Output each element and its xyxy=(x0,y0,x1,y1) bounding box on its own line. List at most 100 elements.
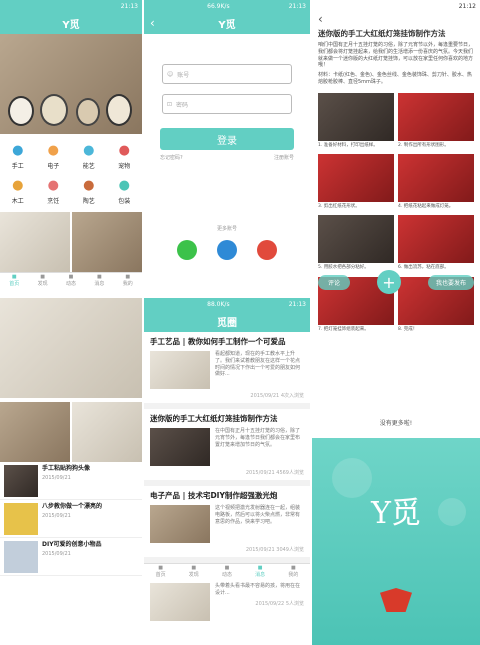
step-image xyxy=(318,92,394,141)
bulb-icon: ● xyxy=(47,142,59,158)
article-summary: 看起都知道，现在的手工教水平上升了。我们来试着教朋友在这样一个花点时间的情况下作… xyxy=(215,351,301,378)
step-text: 2. 制作出所有形状图形。 xyxy=(398,142,449,148)
home-list: 手工粘贴狗狗头像 2015/09/21 八步教你做一个漂亮的 2015/09/21 … xyxy=(0,462,142,576)
splash-screen: Y觅 xyxy=(312,438,480,645)
article-card[interactable]: 迷你版的手工大红纸灯笼挂饰制作方法 在中国有正月十五挂灯笼的习俗，除了元宵节外，每… xyxy=(144,409,310,486)
step-text: 1. 准备好材料，打印出纸样。 xyxy=(318,142,378,148)
social-login xyxy=(144,240,310,260)
step-item: 2. 制作出所有形状图形。 xyxy=(398,92,474,148)
step-text: 8. 完成！ xyxy=(398,326,418,332)
detail-intro: 咱们中国有正月十五挂灯笼的习俗，除了元宵节以外，每逢重要节日，我们都会将灯笼挂起… xyxy=(318,42,474,69)
status-bar: 88.0K/s 21:13 xyxy=(144,298,310,310)
nav-item-4[interactable]: ■ 我的 xyxy=(123,274,133,287)
back-icon[interactable]: ‹ xyxy=(312,12,480,26)
back-icon[interactable]: ‹ xyxy=(150,16,155,30)
circle-title-bar: 觅圈 xyxy=(144,310,310,332)
status-bar: 66.9K/s 21:13 xyxy=(144,0,310,12)
step-item: 1. 准备好材料，打印出纸样。 xyxy=(318,92,394,148)
category-6[interactable]: ● 陶艺 xyxy=(71,173,107,208)
category-label: 烹饪 xyxy=(47,198,60,205)
gift-icon: ● xyxy=(118,177,130,193)
publish-button[interactable]: 我也要发布 xyxy=(427,274,474,290)
nav-item-3[interactable]: ■ 消息 xyxy=(255,565,265,578)
list-title: 手工粘贴狗狗头像 xyxy=(42,465,91,472)
step-item: 6. 做出流苏，粘在底部。 xyxy=(398,215,474,270)
list-item[interactable]: 手工粘贴狗狗头像 2015/09/21 xyxy=(0,462,142,500)
nav-item-0[interactable]: ■ 首页 xyxy=(156,565,166,578)
figures-image[interactable] xyxy=(72,402,142,462)
detail-materials: 材料：卡纸(红色、金色)、金色丝线、金色装饰珠、剪刀针、胶水、热熔胶枪胶棒、直径… xyxy=(318,72,472,85)
nav-item-3[interactable]: ■ 消息 xyxy=(94,274,104,287)
password-field[interactable]: ⊡ 密码 xyxy=(162,94,292,114)
add-button[interactable]: + xyxy=(377,270,401,294)
banner-image[interactable] xyxy=(0,34,142,134)
forgot-password-link[interactable]: 忘记密码? xyxy=(160,154,183,161)
article-meta: 2015/09/21 4次入浏览 xyxy=(250,393,304,399)
step-image xyxy=(318,215,394,264)
article-card[interactable]: 手工艺品 | 教你如何手工制作一个可爱品 看起都知道，现在的手工教水平上升了。我们… xyxy=(144,332,310,409)
register-link[interactable]: 注册账号 xyxy=(274,154,294,161)
category-label: 木工 xyxy=(11,198,24,205)
category-4[interactable]: ● 木工 xyxy=(0,173,36,208)
category-label: 电子 xyxy=(47,163,60,170)
step-item: 3. 剪出红纸花形状。 xyxy=(318,153,394,209)
nav-item-0[interactable]: ■ 首页 xyxy=(9,274,19,287)
wechat-icon[interactable] xyxy=(177,240,197,260)
nav-item-2[interactable]: ■ 动态 xyxy=(222,565,232,578)
hammer-icon: ● xyxy=(12,177,24,193)
article-meta: 2015/09/21 3049人浏览 xyxy=(245,547,304,553)
status-bar: 21:12 xyxy=(312,0,480,12)
weibo-icon[interactable] xyxy=(257,240,277,260)
basket-image[interactable] xyxy=(0,402,72,462)
app-title: Y觅 xyxy=(62,19,80,31)
category-2[interactable]: ● 能艺 xyxy=(71,138,107,173)
comment-button[interactable]: 评论 xyxy=(318,274,351,290)
detail-title: 迷你版的手工大红纸灯笼挂饰制作方法 xyxy=(318,29,446,38)
detail-screen: 21:12 ‹ 迷你版的手工大红纸灯笼挂饰制作方法 咱们中国有正月十五挂灯笼的习… xyxy=(312,0,480,645)
list-title: DIY可爱的创意小物品 xyxy=(42,541,102,548)
step-row: 3. 剪出红纸花形状。 4. 把纸花粘起来做成灯笼。 xyxy=(312,151,480,212)
list-meta: 2015/09/21 xyxy=(42,551,71,558)
feature-image-bowl[interactable] xyxy=(72,212,142,272)
list-meta: 2015/09/21 xyxy=(42,475,71,482)
category-3[interactable]: ● 宠物 xyxy=(107,138,143,173)
paw-icon: ● xyxy=(118,142,130,158)
article-card[interactable]: 头带着头看书最不容易的孩，将用在在设计... 2015/09/22 5人浏览 xyxy=(144,579,310,625)
action-bar: 评论 + 我也要发布 xyxy=(312,266,480,298)
feature-image-tower[interactable] xyxy=(0,212,72,272)
ballerina-image[interactable] xyxy=(0,298,142,398)
article-meta: 2015/09/22 5人浏览 xyxy=(255,600,304,607)
step-text: 4. 把纸花粘起来做成灯笼。 xyxy=(398,203,454,209)
article-image xyxy=(150,583,210,621)
list-item[interactable]: DIY可爱的创意小物品 2015/09/21 xyxy=(0,538,142,576)
phone-field[interactable]: ☺ 账号 xyxy=(162,64,292,84)
qq-icon[interactable] xyxy=(217,240,237,260)
more-accounts-label: 更多账号 xyxy=(216,226,237,232)
app-title-bar: Y觅 xyxy=(0,12,142,34)
article-card[interactable]: 电子产品 | 技术宅DIY制作超强激光炮 这个视频把激光发射器连在一起，组装电路板… xyxy=(144,486,310,563)
nav-item-4[interactable]: ■ 我的 xyxy=(288,565,298,578)
bottom-nav: ■ 首页 ■ 发现 ■ 动态 ■ 消息 ■ 我的 xyxy=(144,563,310,579)
category-5[interactable]: ● 烹饪 xyxy=(36,173,72,208)
list-title: 八步教你做一个漂亮的 xyxy=(42,503,103,510)
category-1[interactable]: ● 电子 xyxy=(36,138,72,173)
category-label: 包装 xyxy=(118,198,131,205)
step-image xyxy=(318,153,394,202)
category-7[interactable]: ● 包装 xyxy=(107,173,143,208)
login-screen: 66.9K/s 21:13 ‹ Y觅 ☺ 账号 ⊡ 密码 登录 忘记密码? 注册账号 更… xyxy=(144,0,310,645)
step-image xyxy=(398,92,474,141)
step-image xyxy=(398,215,474,264)
nav-item-1[interactable]: ■ 发现 xyxy=(189,565,199,578)
article-title: 迷你版的手工大红纸灯笼挂饰制作方法 xyxy=(150,414,278,423)
nav-item-1[interactable]: ■ 发现 xyxy=(38,274,48,287)
nav-item-2[interactable]: ■ 动态 xyxy=(66,274,76,287)
step-text: 7. 把灯笼挂饰组装起来。 xyxy=(318,326,369,332)
category-0[interactable]: ● 手工 xyxy=(0,138,36,173)
article-summary: 头带着头看书最不容易的孩，将用在在设计... xyxy=(215,583,301,596)
lock-icon: ⊡ xyxy=(167,100,173,108)
login-button[interactable]: 登录 xyxy=(160,128,294,150)
list-item[interactable]: 八步教你做一个漂亮的 2015/09/21 xyxy=(0,500,142,538)
paper-plane-icon: ● xyxy=(83,142,95,158)
step-row: 1. 准备好材料，打印出纸样。 2. 制作出所有形状图形。 xyxy=(312,90,480,151)
category-label: 宠物 xyxy=(118,163,131,170)
